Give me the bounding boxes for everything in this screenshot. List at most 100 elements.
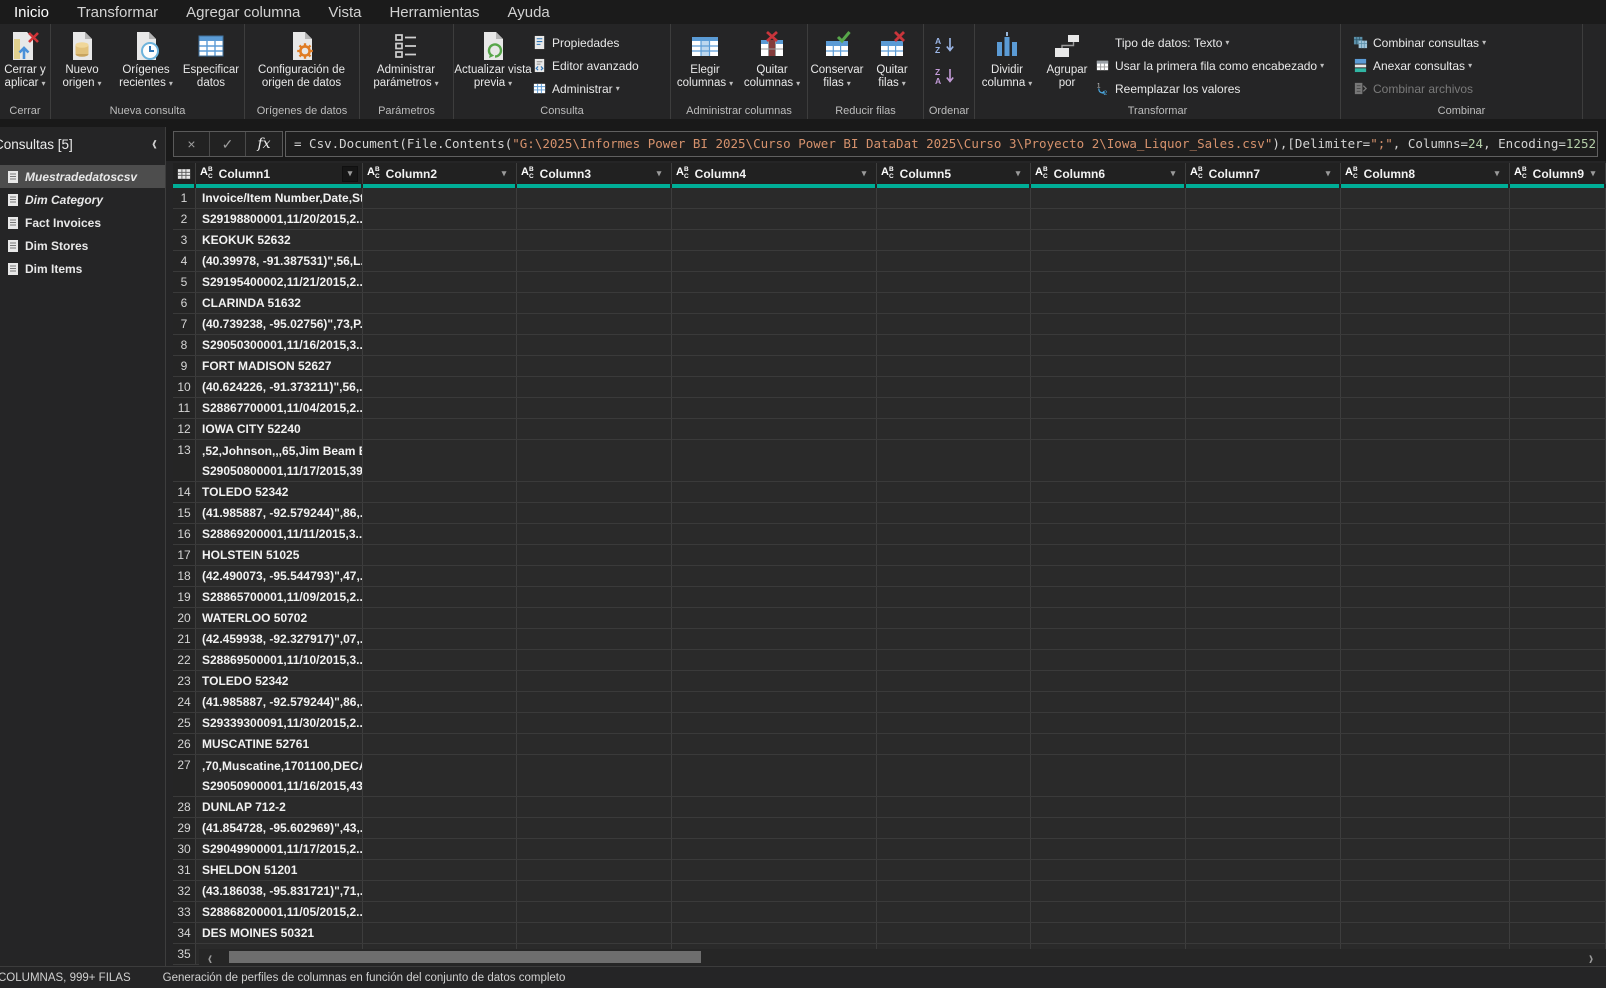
cell[interactable] <box>517 230 672 250</box>
cell-column1[interactable]: KEOKUK 52632 <box>196 230 363 250</box>
cell[interactable] <box>363 272 517 292</box>
cell[interactable] <box>1186 629 1341 649</box>
cell[interactable] <box>517 818 672 838</box>
cell-column1[interactable]: (40.39978, -91.387531)",56,L... <box>196 251 363 271</box>
cell[interactable] <box>1031 398 1186 418</box>
cell[interactable] <box>672 440 877 481</box>
cell[interactable] <box>1341 545 1510 565</box>
cell[interactable] <box>1186 503 1341 523</box>
cell[interactable] <box>1031 608 1186 628</box>
cell[interactable] <box>517 419 672 439</box>
cell[interactable] <box>877 902 1031 922</box>
cell[interactable] <box>1031 356 1186 376</box>
cell[interactable] <box>1510 419 1606 439</box>
cell[interactable] <box>672 251 877 271</box>
row-number[interactable]: 21 <box>173 629 196 649</box>
cell[interactable] <box>1341 818 1510 838</box>
combine-files-button[interactable]: Combinar archivos <box>1353 80 1486 97</box>
cell[interactable] <box>1031 524 1186 544</box>
cell[interactable] <box>1186 755 1341 796</box>
cell[interactable] <box>1341 692 1510 712</box>
replace-values-button[interactable]: 1 2 Reemplazar los valores <box>1095 80 1324 97</box>
cell[interactable] <box>1510 629 1606 649</box>
cell[interactable] <box>1031 860 1186 880</box>
cell[interactable] <box>672 503 877 523</box>
column-header-column1[interactable]: ABCColumn1▾ <box>196 163 363 184</box>
filter-icon[interactable]: ▾ <box>1010 166 1026 182</box>
cell[interactable] <box>1031 251 1186 271</box>
cell[interactable] <box>1510 230 1606 250</box>
cell[interactable] <box>363 314 517 334</box>
cell[interactable] <box>877 440 1031 481</box>
cell[interactable] <box>877 188 1031 208</box>
cell-column1[interactable]: S28868200001,11/05/2015,2... <box>196 902 363 922</box>
cell[interactable] <box>1186 923 1341 943</box>
cell[interactable] <box>1341 293 1510 313</box>
cell-column1[interactable]: TOLEDO 52342 <box>196 671 363 691</box>
cell[interactable] <box>363 839 517 859</box>
cell[interactable] <box>517 923 672 943</box>
cell[interactable] <box>672 230 877 250</box>
cell[interactable] <box>672 419 877 439</box>
row-number[interactable]: 22 <box>173 650 196 670</box>
cell[interactable] <box>517 335 672 355</box>
row-number[interactable]: 11 <box>173 398 196 418</box>
cell[interactable] <box>1341 230 1510 250</box>
cell[interactable] <box>877 692 1031 712</box>
row-number[interactable]: 31 <box>173 860 196 880</box>
cell[interactable] <box>877 587 1031 607</box>
query-item-dim-items[interactable]: Dim Items <box>0 257 165 280</box>
cell[interactable] <box>1341 755 1510 796</box>
cell[interactable] <box>363 188 517 208</box>
cell[interactable] <box>877 860 1031 880</box>
menu-tab-inicio[interactable]: Inicio <box>0 0 63 24</box>
cell[interactable] <box>1031 734 1186 754</box>
cell[interactable] <box>1510 923 1606 943</box>
cell[interactable] <box>877 608 1031 628</box>
cell-column1[interactable]: (42.490073, -95.544793)",47,... <box>196 566 363 586</box>
cell[interactable] <box>672 692 877 712</box>
cell[interactable] <box>1341 251 1510 271</box>
cell-column1[interactable]: SHELDON 51201 <box>196 860 363 880</box>
cell[interactable] <box>517 566 672 586</box>
scroll-right-icon[interactable]: › <box>1580 946 1602 969</box>
cell[interactable] <box>877 356 1031 376</box>
cell[interactable] <box>1510 503 1606 523</box>
cell[interactable] <box>877 755 1031 796</box>
sort-descending-button[interactable]: Z A <box>934 67 958 90</box>
cell[interactable] <box>1186 419 1341 439</box>
cell[interactable] <box>877 377 1031 397</box>
cell[interactable] <box>363 608 517 628</box>
row-number[interactable]: 33 <box>173 902 196 922</box>
query-item-muestradedatoscsv[interactable]: Muestradedatoscsv <box>0 165 165 188</box>
row-number[interactable]: 23 <box>173 671 196 691</box>
recent-sources-button[interactable]: Orígenes recientes▾ <box>113 28 179 106</box>
cell[interactable] <box>363 587 517 607</box>
row-number[interactable]: 1 <box>173 188 196 208</box>
cell[interactable] <box>877 230 1031 250</box>
cell-column1[interactable]: (42.459938, -92.327917)",07,... <box>196 629 363 649</box>
cell[interactable] <box>517 377 672 397</box>
cell[interactable] <box>363 440 517 481</box>
cell[interactable] <box>363 566 517 586</box>
cell[interactable] <box>877 671 1031 691</box>
cell-column1[interactable]: S29339300091,11/30/2015,2... <box>196 713 363 733</box>
cell[interactable] <box>1341 335 1510 355</box>
cell[interactable] <box>672 524 877 544</box>
cell[interactable] <box>672 482 877 502</box>
cell[interactable] <box>877 272 1031 292</box>
cell[interactable] <box>877 293 1031 313</box>
row-number[interactable]: 13 <box>173 440 196 481</box>
row-number[interactable]: 3 <box>173 230 196 250</box>
cell[interactable] <box>1341 797 1510 817</box>
row-number[interactable]: 26 <box>173 734 196 754</box>
row-number[interactable]: 7 <box>173 314 196 334</box>
manage-query-button[interactable]: Administrar ▾ <box>532 80 639 97</box>
formula-input[interactable]: = Csv.Document(File.Contents("G:\2025\In… <box>285 131 1598 157</box>
cell[interactable] <box>672 209 877 229</box>
cell[interactable] <box>1186 587 1341 607</box>
cell-column1[interactable]: WATERLOO 50702 <box>196 608 363 628</box>
column-header-column7[interactable]: ABCColumn7▾ <box>1186 163 1341 184</box>
column-header-column9[interactable]: ABCColumn9▾ <box>1510 163 1606 184</box>
cell[interactable] <box>363 860 517 880</box>
